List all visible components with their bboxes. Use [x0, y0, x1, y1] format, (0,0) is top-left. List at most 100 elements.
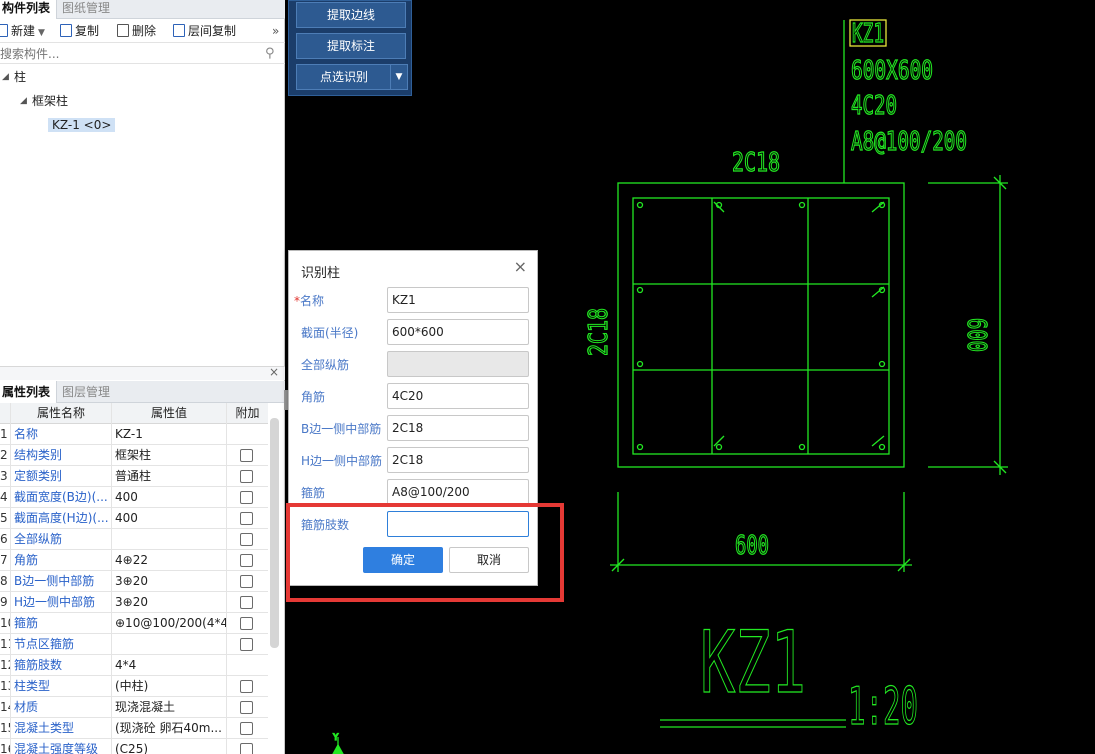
cad-top-mid: 2C18 [732, 148, 780, 178]
field-label-text: 角筋 [301, 390, 326, 404]
row-index: 9 [0, 592, 11, 613]
extra-checkbox[interactable] [240, 596, 253, 609]
extra-checkbox[interactable] [240, 722, 253, 735]
tree-node-column[interactable]: ◢ 柱 [2, 67, 26, 87]
field-input[interactable]: 600*600 [387, 319, 529, 345]
panel-splitter[interactable]: × [0, 365, 285, 380]
extra-checkbox[interactable] [240, 575, 253, 588]
table-row[interactable]: 7 角筋 4⊕22 [0, 550, 268, 571]
table-row[interactable]: 6 全部纵筋 [0, 529, 268, 550]
extra-checkbox[interactable] [240, 512, 253, 525]
property-value[interactable]: ⊕10@100/200(4*4) [112, 613, 227, 634]
new-file-icon [0, 24, 8, 37]
extra-checkbox[interactable] [240, 617, 253, 630]
field-label-text: 箍筋 [301, 486, 326, 500]
property-value[interactable]: 400 [112, 487, 227, 508]
field-input[interactable]: 2C18 [387, 447, 529, 473]
close-icon[interactable]: × [269, 365, 279, 379]
property-value[interactable] [112, 529, 227, 550]
extract-label-button[interactable]: 提取标注 [296, 33, 406, 59]
extract-edge-button[interactable]: 提取边线 [296, 2, 406, 28]
property-name: 全部纵筋 [11, 529, 112, 550]
extra-checkbox[interactable] [240, 701, 253, 714]
table-row[interactable]: 13柱类型(中柱) [0, 676, 268, 697]
table-row[interactable]: 11节点区箍筋 [0, 634, 268, 655]
property-value[interactable]: 400 [112, 508, 227, 529]
field-input[interactable]: A8@100/200 [387, 479, 529, 505]
table-row[interactable]: 1 名称 KZ-1 [0, 424, 268, 445]
tree-node-kz1-label: KZ-1 <0> [48, 118, 116, 132]
search-icon[interactable]: ⚲ [265, 46, 275, 61]
table-row[interactable]: 2 结构类别 框架柱 [0, 445, 268, 466]
property-value[interactable]: 普通柱 [112, 466, 227, 487]
field-label-text: 名称 [300, 294, 325, 308]
tab-component-list[interactable]: 构件列表 [0, 0, 58, 19]
property-name: 名称 [11, 424, 112, 445]
table-row[interactable]: 3 定额类别 普通柱 [0, 466, 268, 487]
property-value[interactable]: (C25) [112, 739, 227, 754]
table-row[interactable]: 15混凝土类型(现浇砼 卵石40m... [0, 718, 268, 739]
extra-checkbox[interactable] [240, 491, 253, 504]
close-icon[interactable]: × [514, 259, 527, 275]
search-input[interactable] [0, 45, 260, 63]
cad-label-corner: 4C20 [851, 91, 897, 121]
extra-checkbox[interactable] [240, 449, 253, 462]
column-outline [617, 182, 905, 468]
property-scrollbar[interactable] [270, 418, 279, 648]
cad-label-size: 600X600 [851, 56, 933, 86]
table-row[interactable]: 4 截面宽度(B边)(... 400 [0, 487, 268, 508]
property-value[interactable]: (现浇砼 卵石40m... [112, 718, 227, 739]
table-row[interactable]: 8 B边一侧中部筋 3⊕20 [0, 571, 268, 592]
copy-icon [60, 24, 72, 37]
expand-arrow-icon[interactable]: ◢ [20, 91, 27, 111]
table-row[interactable]: 14材质现浇混凝土 [0, 697, 268, 718]
expand-arrow-icon[interactable]: ◢ [2, 67, 9, 87]
property-value[interactable]: 4⊕22 [112, 550, 227, 571]
tab-layer-manage[interactable]: 图层管理 [56, 381, 116, 403]
field-input [387, 351, 529, 377]
extra-checkbox[interactable] [240, 680, 253, 693]
property-name: 截面宽度(B边)(... [11, 487, 112, 508]
property-value[interactable]: 3⊕20 [112, 571, 227, 592]
field-input[interactable]: KZ1 [387, 287, 529, 313]
extra-cell [227, 571, 268, 592]
property-value[interactable]: KZ-1 [112, 424, 227, 445]
table-row[interactable]: 9 H边一侧中部筋 3⊕20 [0, 592, 268, 613]
property-value[interactable]: 现浇混凝土 [112, 697, 227, 718]
pick-identify-dropdown[interactable]: ▼ [390, 64, 408, 90]
property-value[interactable]: 3⊕20 [112, 592, 227, 613]
new-dropdown-icon[interactable]: ▼ [38, 28, 45, 38]
property-name: 角筋 [11, 550, 112, 571]
tab-drawing-manage[interactable]: 图纸管理 [56, 0, 116, 19]
extra-checkbox[interactable] [240, 554, 253, 567]
table-row[interactable]: 10箍筋⊕10@100/200(4*4) [0, 613, 268, 634]
table-row[interactable]: 5 截面高度(H边)(... 400 [0, 508, 268, 529]
copy-button[interactable]: 复制 [60, 22, 99, 40]
tree-node-frame-column[interactable]: ◢ 框架柱 [20, 91, 68, 111]
table-row[interactable]: 12箍筋肢数4*4 [0, 655, 268, 676]
property-name: B边一侧中部筋 [11, 571, 112, 592]
tab-property-list[interactable]: 属性列表 [0, 381, 58, 403]
property-name: 截面高度(H边)(... [11, 508, 112, 529]
extra-checkbox[interactable] [240, 470, 253, 483]
row-index: 12 [0, 655, 11, 676]
table-row[interactable]: 16混凝土强度等级(C25) [0, 739, 268, 754]
field-input[interactable]: 4C20 [387, 383, 529, 409]
delete-button[interactable]: 删除 [117, 22, 156, 40]
property-value[interactable] [112, 634, 227, 655]
pick-identify-button[interactable]: 点选识别 [296, 64, 392, 90]
property-value[interactable]: (中柱) [112, 676, 227, 697]
floor-copy-button[interactable]: 层间复制 [173, 22, 236, 40]
property-value[interactable]: 4*4 [112, 655, 227, 676]
field-label: H边一侧中部筋 [301, 452, 382, 469]
extra-checkbox[interactable] [240, 638, 253, 651]
extra-checkbox[interactable] [240, 533, 253, 546]
field-input[interactable]: 2C18 [387, 415, 529, 441]
property-value[interactable]: 框架柱 [112, 445, 227, 466]
new-button[interactable]: 新建 ▼ [0, 22, 45, 40]
tree-node-kz1[interactable]: KZ-1 <0> [48, 115, 116, 135]
extra-checkbox[interactable] [240, 743, 253, 754]
row-index: 1 [0, 424, 11, 445]
more-tools-button[interactable]: » [272, 22, 279, 40]
extra-cell [227, 634, 268, 655]
